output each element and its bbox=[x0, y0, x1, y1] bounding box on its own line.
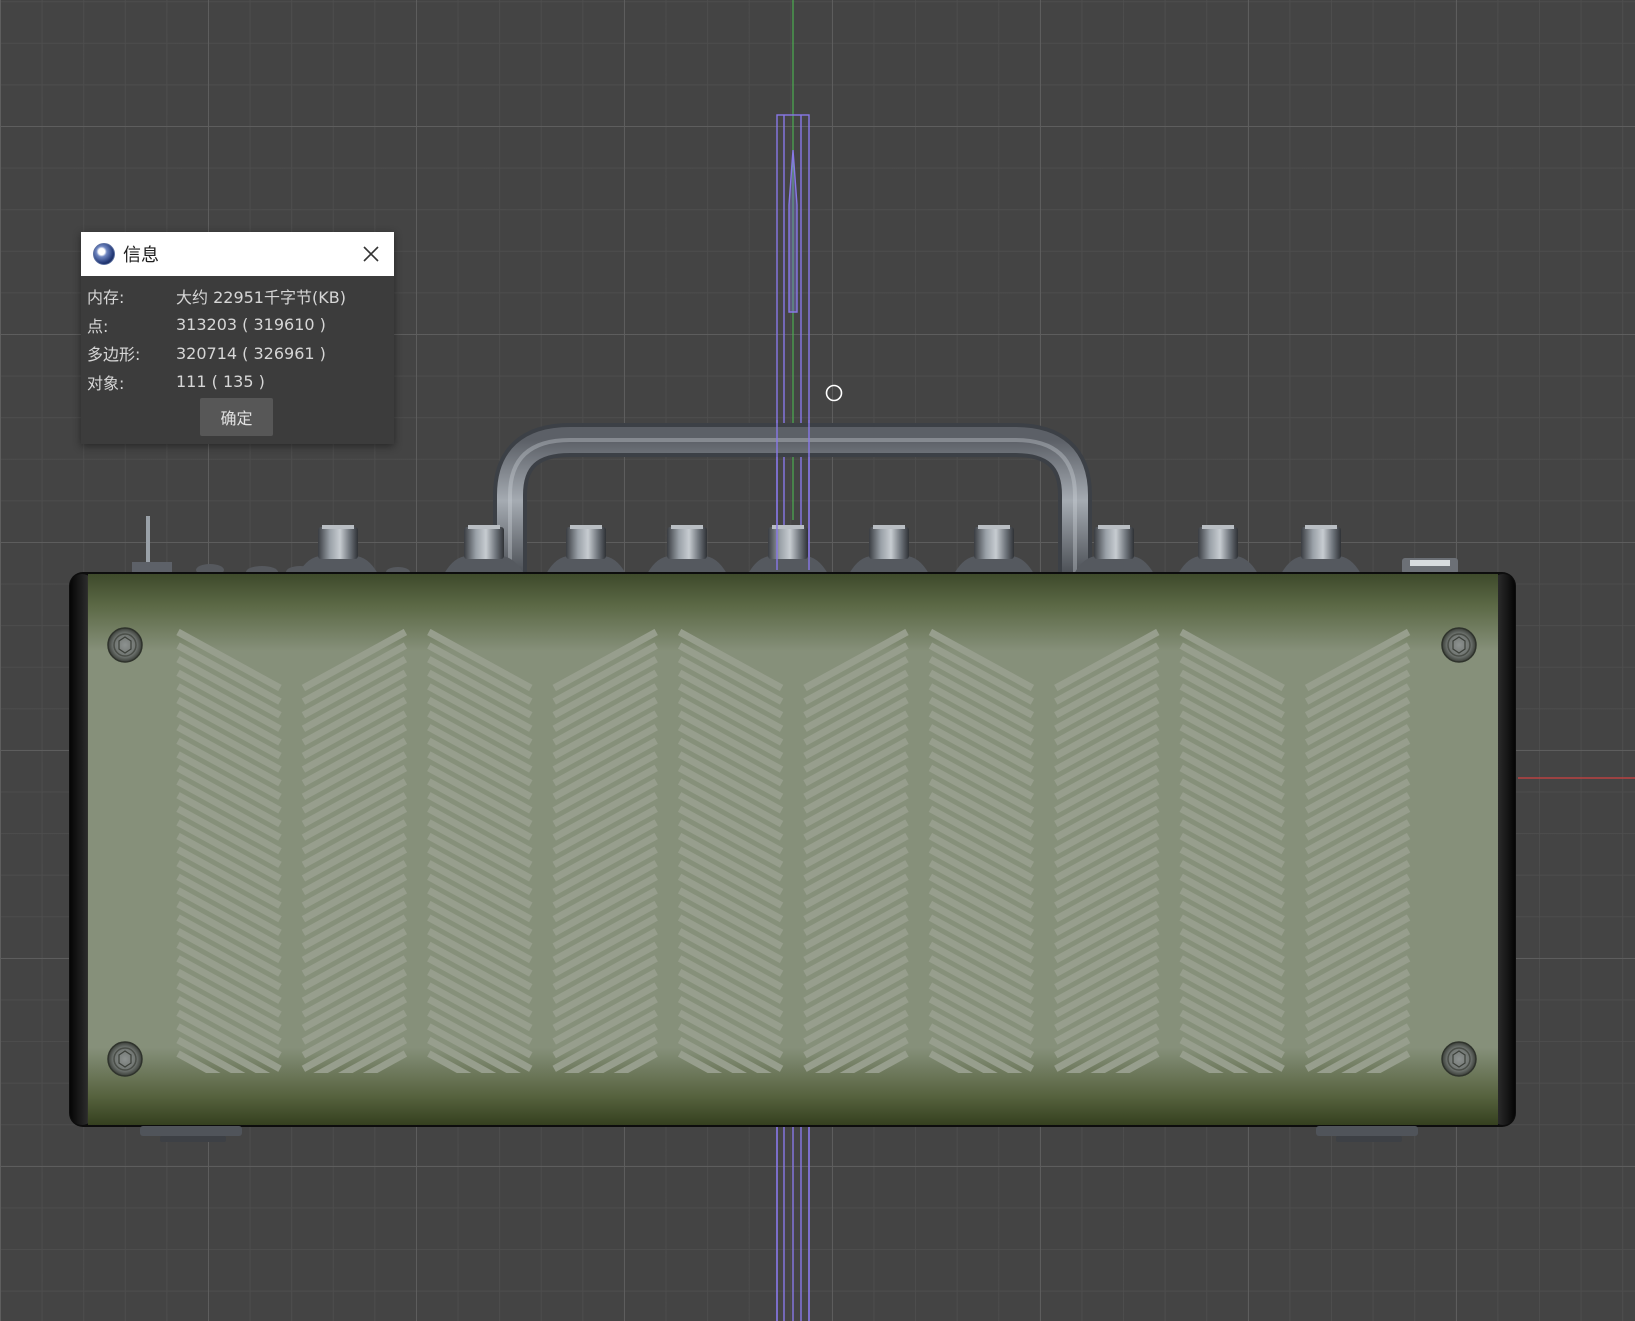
toggle-switch bbox=[132, 516, 172, 574]
pivot-handle-icon[interactable] bbox=[825, 384, 843, 402]
knob bbox=[1178, 525, 1258, 574]
info-row-memory: 内存: 大约 22951千字节(KB) bbox=[81, 282, 394, 311]
amp-knobs bbox=[298, 525, 1361, 574]
dialog-title: 信息 bbox=[123, 245, 159, 266]
info-row-polygons: 多边形: 320714 ( 326961 ) bbox=[81, 339, 394, 368]
memory-value: 大约 22951千字节(KB) bbox=[176, 288, 346, 308]
amp-body bbox=[69, 572, 1516, 1127]
knob bbox=[849, 525, 929, 574]
input-jack bbox=[1402, 558, 1458, 574]
dialog-titlebar[interactable]: 信息 bbox=[81, 232, 394, 276]
knob bbox=[954, 525, 1034, 574]
info-dialog: 信息 内存: 大约 22951千字节(KB) 点: 313203 ( 31961… bbox=[81, 232, 394, 444]
viewport-scene bbox=[69, 0, 1635, 1321]
points-label: 点: bbox=[87, 316, 109, 336]
close-icon[interactable] bbox=[358, 241, 384, 267]
points-value: 313203 ( 319610 ) bbox=[176, 315, 326, 335]
screw bbox=[1441, 1041, 1477, 1077]
dialog-body: 内存: 大约 22951千字节(KB) 点: 313203 ( 319610 )… bbox=[81, 276, 394, 396]
polygons-value: 320714 ( 326961 ) bbox=[176, 343, 326, 363]
3d-viewport[interactable] bbox=[0, 0, 1635, 1321]
memory-label: 内存: bbox=[87, 288, 125, 308]
screw bbox=[1441, 627, 1477, 663]
objects-value: 111 ( 135 ) bbox=[176, 372, 265, 392]
screw bbox=[107, 627, 143, 663]
screw bbox=[107, 1041, 143, 1077]
info-row-points: 点: 313203 ( 319610 ) bbox=[81, 311, 394, 340]
amp-feet bbox=[140, 1126, 1418, 1142]
knob bbox=[647, 525, 727, 574]
polygons-label: 多边形: bbox=[87, 345, 141, 365]
knob bbox=[298, 525, 378, 574]
knob bbox=[748, 525, 828, 574]
knob bbox=[546, 525, 626, 574]
knob bbox=[1281, 525, 1361, 574]
info-row-objects: 对象: 111 ( 135 ) bbox=[81, 368, 394, 397]
ok-button[interactable]: 确定 bbox=[200, 398, 273, 436]
cinema4d-app-icon bbox=[93, 243, 115, 265]
objects-label: 对象: bbox=[87, 373, 125, 393]
